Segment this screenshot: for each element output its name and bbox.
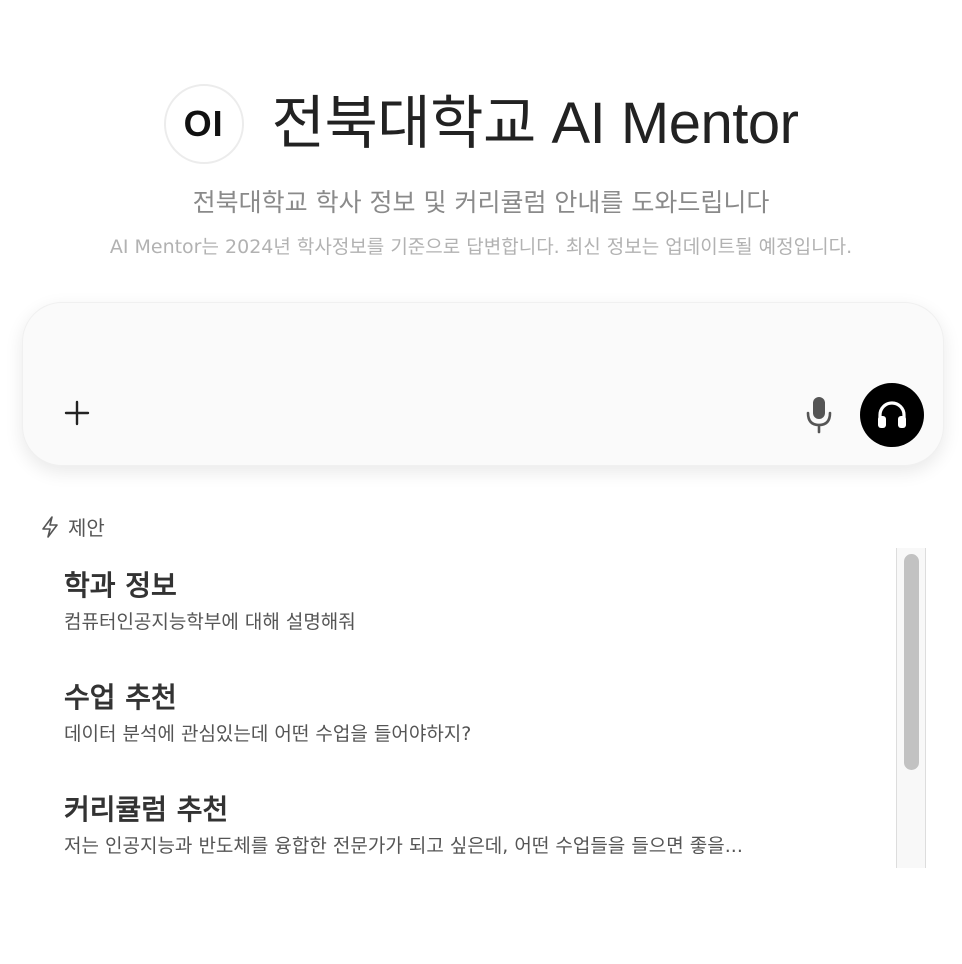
- logo-text: OI: [183, 103, 224, 144]
- data-notice: AI Mentor는 2024년 학사정보를 기준으로 답변합니다. 최신 정보…: [109, 236, 853, 258]
- microphone-icon: [806, 397, 832, 434]
- scrollbar[interactable]: [896, 548, 926, 868]
- plus-icon: [64, 400, 90, 426]
- lightning-bolt-icon: [42, 515, 58, 538]
- suggestions-header: 제안: [40, 512, 105, 541]
- suggestion-description: 데이터 분석에 관심있는데 어떤 수업을 들어야하지?: [64, 723, 472, 745]
- suggestion-description: 저는 인공지능과 반도체를 융합한 전문가가 되고 싶은데, 어떤 수업들을 들…: [64, 835, 743, 857]
- voice-call-button[interactable]: [860, 383, 924, 447]
- scrollbar-thumb[interactable]: [904, 554, 919, 770]
- header: OI 전북대학교 AI Mentor: [0, 84, 962, 164]
- page-subtitle: 전북대학교 학사 정보 및 커리큘럼 안내를 도와드립니다: [192, 188, 770, 217]
- attach-button[interactable]: [57, 393, 97, 433]
- suggestion-title: 학과 정보: [64, 569, 177, 602]
- suggestion-item-curriculum-recommendation[interactable]: 커리큘럼 추천 저는 인공지능과 반도체를 융합한 전문가가 되고 싶은데, 어…: [64, 792, 884, 860]
- suggestions-heading: 제안: [68, 516, 105, 540]
- app-logo: OI: [163, 84, 244, 164]
- headphones-icon: [878, 401, 906, 428]
- suggestions-list: 학과 정보 컴퓨터인공지능학부에 대해 설명해줘 수업 추천 데이터 분석에 관…: [40, 548, 926, 868]
- suggestion-description: 컴퓨터인공지능학부에 대해 설명해줘: [64, 611, 356, 633]
- suggestion-title: 수업 추천: [64, 681, 177, 714]
- suggestion-title: 커리큘럼 추천: [64, 793, 229, 826]
- chat-input[interactable]: [65, 327, 885, 367]
- page-title: 전북대학교 AI Mentor: [271, 91, 799, 156]
- suggestion-item-course-recommendation[interactable]: 수업 추천 데이터 분석에 관심있는데 어떤 수업을 들어야하지?: [64, 680, 884, 748]
- suggestion-item-department-info[interactable]: 학과 정보 컴퓨터인공지능학부에 대해 설명해줘: [64, 568, 884, 636]
- chat-input-box: [22, 302, 944, 466]
- voice-input-button[interactable]: [799, 393, 839, 437]
